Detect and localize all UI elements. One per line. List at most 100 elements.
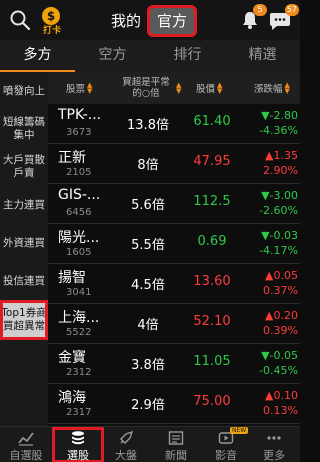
buy-multiple: 5.5倍 — [131, 238, 165, 253]
sort-icon: ▲ ▼ — [284, 81, 290, 95]
checkin-label: 打卡 — [42, 26, 61, 36]
more-dots-icon — [267, 436, 281, 440]
nav-video[interactable]: NEW 影音 — [200, 427, 252, 462]
header-change[interactable]: 漲跌幅 ▲ ▼ — [254, 72, 290, 104]
sidebar-item-top1-broker[interactable]: Top1券商買超異常 — [0, 300, 48, 340]
market-rocket-icon — [120, 430, 134, 444]
sidebar-item-label: 大戶買散戶賣 — [3, 154, 45, 179]
stock-name: 金寶 — [58, 350, 86, 366]
stock-price: 75.00 — [193, 394, 231, 409]
change-value: ▲1.35 — [265, 149, 298, 162]
change-value: ▲0.10 — [265, 389, 298, 402]
stock-code: 2312 — [66, 367, 92, 378]
nav-label: 自選股 — [9, 449, 43, 462]
sidebar-item-big-holders[interactable]: 大戶買散戶賣 — [0, 148, 48, 186]
nav-market[interactable]: 大盤 — [100, 427, 152, 462]
sidebar-item-main-force[interactable]: 主力連買 — [0, 186, 48, 224]
direction-tabs: 多方 空方 排行 精選 — [0, 40, 300, 72]
change-value: ▼-3.00 — [261, 189, 298, 202]
stock-table: TPK-... 3673 13.8倍 61.40 ▼-2.80 -4.36% 正新… — [48, 104, 300, 426]
table-row[interactable]: 金寶 2312 3.8倍 11.05 ▼-0.05 -0.45% — [48, 344, 300, 384]
header-multiple[interactable]: 買超是平常的○倍 ▲ ▼ — [118, 72, 184, 104]
header-multiple-label: 買超是平常的○倍 — [122, 77, 170, 99]
nav-label: 選股 — [67, 449, 89, 462]
search-icon[interactable] — [9, 9, 31, 31]
table-row[interactable]: 揚智 3041 4.5倍 13.60 ▲0.05 0.37% — [48, 264, 300, 304]
buy-multiple: 2.9倍 — [131, 398, 165, 413]
stock-code: 2317 — [66, 407, 92, 418]
top-bar: $ 打卡 我的 官方 5 57 — [0, 0, 300, 40]
change-value: ▼-2.80 — [261, 109, 298, 122]
change-percent: 0.37% — [263, 284, 298, 297]
stock-price: 61.40 — [193, 114, 231, 129]
sidebar-item-foreign[interactable]: 外資連買 — [0, 224, 48, 262]
stock-price: 13.60 — [193, 274, 231, 289]
table-row[interactable]: 鴻海 2317 2.9倍 75.00 ▲0.10 0.13% — [48, 384, 300, 424]
table-row[interactable]: TPK-... 3673 13.8倍 61.40 ▼-2.80 -4.36% — [48, 104, 300, 144]
price-change: ▲1.35 2.90% — [244, 148, 298, 178]
stock-code: 2105 — [66, 167, 92, 178]
stock-price: 47.95 — [193, 154, 231, 169]
table-row[interactable]: 陽光... 1605 5.5倍 0.69 ▼-0.03 -4.17% — [48, 224, 300, 264]
sidebar-item-breakout[interactable]: 噴發向上 — [0, 72, 48, 110]
nav-news[interactable]: 新聞 — [150, 427, 202, 462]
messages-badge: 57 — [284, 4, 299, 16]
sidebar-item-chip-concentration[interactable]: 短線籌碼集中 — [0, 110, 48, 148]
stock-code: 6456 — [66, 207, 92, 218]
stock-name: 揚智 — [58, 270, 86, 286]
sort-icon: ▲ ▼ — [176, 81, 182, 95]
change-percent: -2.60% — [259, 204, 298, 217]
checkin-button[interactable]: $ 打卡 — [40, 7, 64, 36]
stock-name: TPK-... — [58, 107, 102, 123]
nav-stock-pick[interactable]: 選股 — [52, 427, 104, 462]
messages-button[interactable]: 57 — [268, 4, 299, 32]
nav-watchlist[interactable]: 自選股 — [0, 427, 52, 462]
header-change-label: 漲跌幅 — [254, 84, 283, 95]
header-price[interactable]: 股價 ▲ ▼ — [196, 72, 222, 104]
bottom-nav: 自選股 選股 大盤 新聞 NEW 影音 更多 — [0, 426, 300, 462]
new-tag: NEW — [230, 427, 249, 434]
change-percent: -4.17% — [259, 244, 298, 257]
table-header: 股票 ▲ ▼ 買超是平常的○倍 ▲ ▼ 股價 ▲ ▼ 漲跌幅 ▲ ▼ — [48, 72, 300, 104]
table-row[interactable]: 上海... 5522 4倍 52.10 ▲0.20 0.39% — [48, 304, 300, 344]
stock-code: 1605 — [66, 247, 92, 258]
stock-price: 0.69 — [197, 234, 227, 249]
tab-featured[interactable]: 精選 — [225, 40, 300, 72]
stock-name: 正新 — [58, 150, 86, 166]
price-change: ▼-0.03 -4.17% — [244, 228, 298, 258]
buy-multiple: 4.5倍 — [131, 278, 165, 293]
price-change: ▲0.10 0.13% — [244, 388, 298, 418]
stock-name: 上海... — [58, 310, 100, 326]
news-icon — [168, 431, 184, 445]
table-row[interactable]: GIS-... 6456 5.6倍 112.5 ▼-3.00 -2.60% — [48, 184, 300, 224]
tab-long[interactable]: 多方 — [0, 40, 75, 72]
table-row[interactable]: 正新 2105 8倍 47.95 ▲1.35 2.90% — [48, 144, 300, 184]
buy-multiple: 4倍 — [137, 318, 159, 333]
nav-label: 更多 — [263, 449, 285, 462]
tab-ranking[interactable]: 排行 — [150, 40, 225, 72]
change-value: ▼-0.05 — [261, 349, 298, 362]
sidebar-item-trust[interactable]: 投信連買 — [0, 262, 48, 300]
change-value: ▼-0.03 — [261, 229, 298, 242]
price-change: ▼-0.05 -0.45% — [244, 348, 298, 378]
nav-label: 大盤 — [115, 449, 137, 462]
nav-label: 影音 — [215, 449, 237, 462]
stock-code: 3041 — [66, 287, 92, 298]
sidebar-item-label: 短線籌碼集中 — [3, 116, 45, 141]
segment-mine[interactable]: 我的 — [104, 8, 148, 34]
tab-short[interactable]: 空方 — [75, 40, 150, 72]
notification-button[interactable]: 5 — [240, 4, 267, 30]
buy-multiple: 5.6倍 — [131, 198, 165, 213]
segment-official[interactable]: 官方 — [147, 5, 197, 37]
sidebar-item-label: 噴發向上 — [3, 84, 45, 97]
header-price-label: 股價 — [196, 84, 216, 95]
nav-more[interactable]: 更多 — [248, 427, 300, 462]
notification-badge: 5 — [253, 4, 267, 16]
header-stock[interactable]: 股票 ▲ ▼ — [66, 72, 92, 104]
change-percent: 0.39% — [263, 324, 298, 337]
stock-price: 52.10 — [193, 314, 231, 329]
stock-name: GIS-... — [58, 187, 101, 203]
stock-code: 3673 — [66, 127, 92, 138]
price-change: ▲0.05 0.37% — [244, 268, 298, 298]
sidebar-item-label: 主力連買 — [3, 198, 45, 211]
